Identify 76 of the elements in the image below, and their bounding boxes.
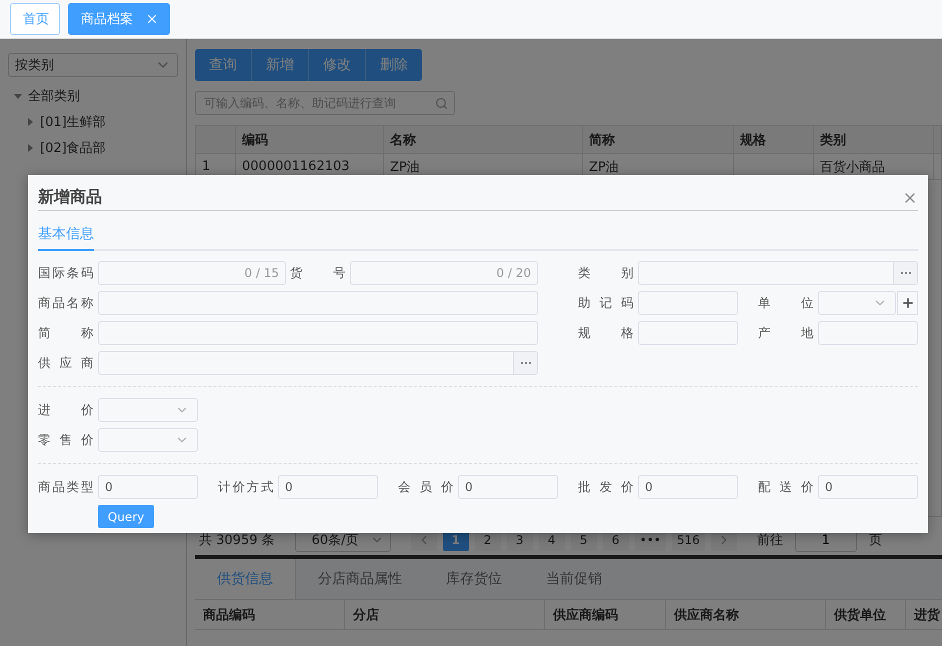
caret-down-icon[interactable] [14,92,22,100]
field-label: 配 送 价 [758,478,814,496]
page-tab[interactable]: 商品档案 [68,3,170,35]
page-suffix: 页 [868,532,882,549]
picker-field[interactable] [638,261,918,285]
goto-label: 前往 [756,532,783,549]
field-label: 规 格 [578,324,634,342]
plus-icon [900,296,914,310]
field-label: 助 记 码 [578,294,634,312]
browse-button[interactable] [893,262,917,284]
field-label: 零 售 价 [38,432,94,448]
toolbar-button[interactable]: 查询 [195,49,252,81]
text-field[interactable] [638,291,738,315]
picker-field[interactable] [98,351,538,375]
column-header: 供货单位 [826,600,906,629]
close-icon[interactable] [145,12,159,26]
text-field[interactable]: 0 [458,475,558,499]
caret-right-icon[interactable] [26,144,34,152]
toolbar-button[interactable]: 删除 [366,49,422,81]
tree-item[interactable]: [02]食品部 [40,139,106,157]
detail-tab[interactable]: 当前促销 [524,559,624,599]
field-label: 进 价 [38,402,94,418]
text-field[interactable] [98,321,538,345]
select-field[interactable] [818,291,896,315]
search-icon [435,96,448,110]
text-field[interactable]: 0 [638,475,738,499]
select-field[interactable] [98,398,198,422]
column-header: 编码 [236,126,384,153]
field-label: 国际条码 [38,264,94,282]
field-label: 会 员 价 [398,478,454,496]
tree-item[interactable]: 全部类别 [28,87,80,105]
browse-button[interactable] [513,352,537,374]
field-label: 批 发 价 [578,478,634,496]
add-button[interactable] [897,291,918,315]
toolbar-button[interactable]: 修改 [309,49,366,81]
column-header: 简称 [583,126,734,153]
character-counter: 0 / 15 [244,266,280,280]
character-counter: 0 / 20 [496,266,532,280]
select-field[interactable] [98,428,198,452]
detail-tab[interactable]: 分店商品属性 [296,559,424,599]
column-header: 名称 [384,126,583,153]
column-header: 分店 [345,600,545,629]
text-field[interactable]: 0 [278,475,378,499]
column-header: 商品编码 [195,600,345,629]
caret-right-icon[interactable] [26,118,34,126]
column-header: 类别 [814,126,934,153]
field-label: 商品名称 [38,294,94,312]
query-button[interactable]: Query [98,505,154,528]
column-header: 进货 [906,600,942,629]
field-label: 供 应 商 [38,354,94,372]
field-label: 产 地 [758,324,814,342]
field-label: 货 号 [290,264,346,282]
field-label: 简 称 [38,324,94,342]
field-label: 商品类型 [38,478,94,496]
toolbar-button[interactable]: 新增 [252,49,309,81]
text-field[interactable] [638,321,738,345]
detail-tab[interactable]: 库存货位 [424,559,524,599]
text-field[interactable]: 0 [98,475,198,499]
field-label: 类 别 [578,264,634,282]
page-tab[interactable]: 首页 [10,3,60,35]
field-label: 单 位 [758,294,814,312]
text-field[interactable]: 0 / 15 [98,261,286,285]
text-field[interactable]: 0 / 20 [350,261,538,285]
text-field[interactable] [818,321,918,345]
detail-tab[interactable]: 供货信息 [195,559,296,599]
category-select[interactable]: 按类别 [8,53,178,77]
tree-item[interactable]: [01]生鲜部 [40,113,106,131]
column-header: 规格 [734,126,814,153]
field-label: 计价方式 [218,478,274,496]
column-header: 供应商名称 [666,600,826,629]
total-count: 共 30959 条 [199,532,275,549]
dialog-tab[interactable]: 基本信息 [38,219,94,251]
text-field[interactable] [98,291,538,315]
column-header: 供应商编码 [545,600,666,629]
text-field[interactable]: 0 [818,475,918,499]
dialog-title: 新增商品 [38,187,102,208]
